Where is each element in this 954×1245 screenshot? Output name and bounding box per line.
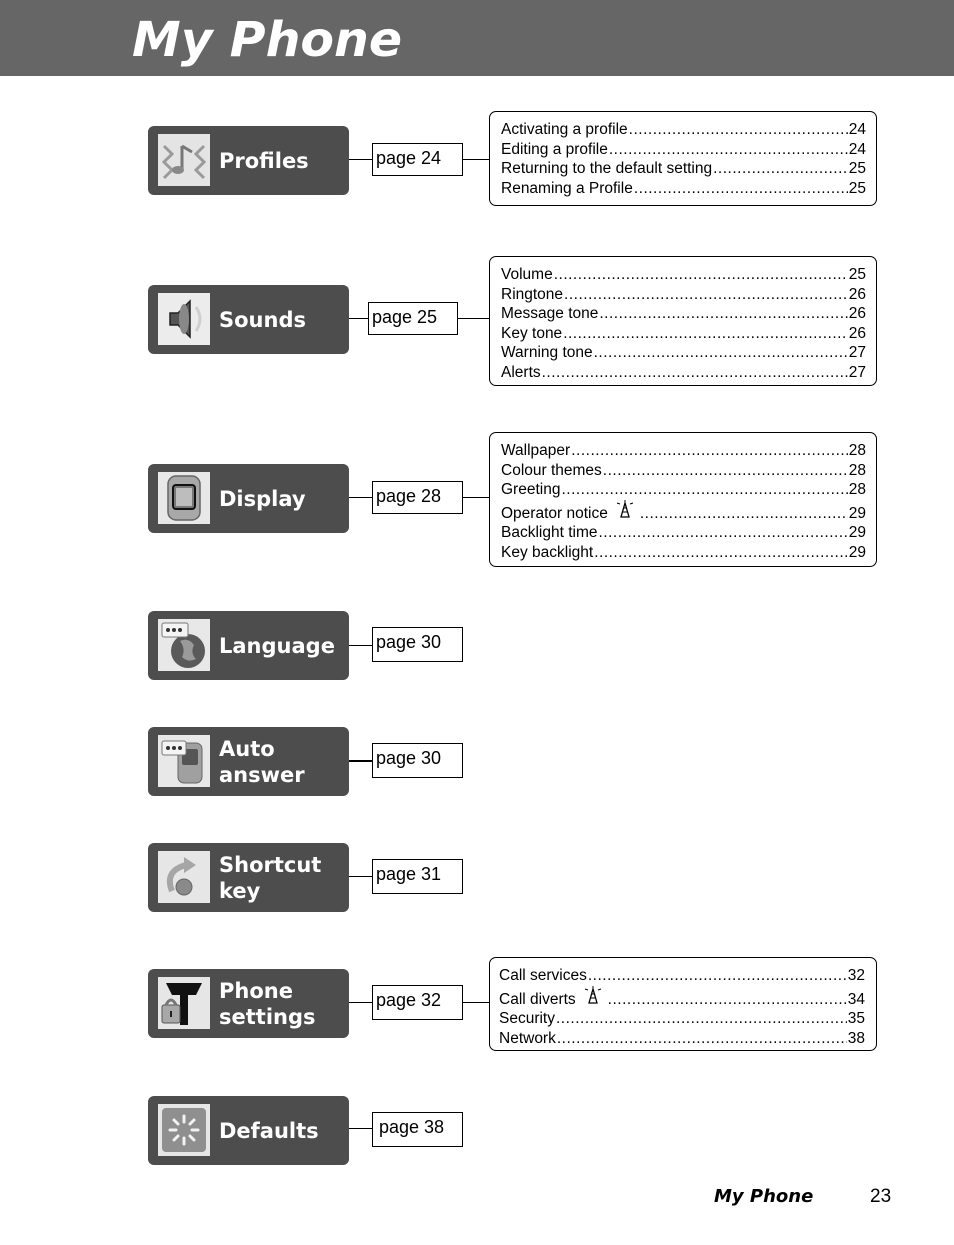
connector-line [458,318,489,319]
toc-entry[interactable]: Returning to the default setting25 [501,159,866,179]
page-ref-box[interactable]: page 30 [372,627,463,662]
toc-entry[interactable]: Message tone26 [501,304,866,324]
connector-line [349,1128,372,1129]
section-tile-profiles[interactable]: Profiles [148,126,349,195]
toc-box-phone-settings: Call services32 Call diverts 34 Security… [489,957,877,1051]
page-number: 23 [870,1186,892,1207]
toc-entry[interactable]: Call services32 [499,966,865,986]
footer-title: My Phone [714,1186,814,1207]
toc-entry[interactable]: Network38 [499,1029,865,1049]
section-tile-sounds[interactable]: Sounds [148,285,349,354]
toc-entry[interactable]: Ringtone26 [501,285,866,305]
network-service-icon [614,499,636,518]
section-label: Defaults [219,1118,319,1143]
page-ref-box[interactable]: page 38 [372,1112,463,1147]
defaults-reset-icon [158,1104,210,1156]
section-tile-display[interactable]: Display [148,464,349,533]
connector-line [463,1002,489,1003]
page-ref-box[interactable]: page 25 [368,302,458,335]
connector-line [349,497,372,498]
toc-entry[interactable]: Colour themes28 [501,461,866,481]
connector-line [349,876,372,877]
page-title: My Phone [132,12,403,68]
connector-line [463,497,489,498]
section-label: Profiles [219,148,309,173]
section-label: Shortcut key [219,852,322,903]
toc-entry[interactable]: Key tone26 [501,324,866,344]
toc-entry[interactable]: Backlight time29 [501,523,866,543]
section-label: Auto answer [219,736,305,787]
language-globe-icon [158,619,210,671]
toc-entry[interactable]: Wallpaper28 [501,441,866,461]
toc-box-profiles: Activating a profile24 Editing a profile… [489,111,877,206]
shortcut-arrow-icon [158,851,210,903]
auto-answer-icon [158,735,210,787]
toc-entry[interactable]: Warning tone27 [501,343,866,363]
section-tile-auto-answer[interactable]: Auto answer [148,727,349,796]
section-label: Language [219,633,335,658]
toc-box-display: Wallpaper28 Colour themes28 Greeting28 O… [489,432,877,567]
connector-line [349,760,372,762]
section-label: Display [219,486,306,511]
toc-entry[interactable]: Activating a profile24 [501,120,866,140]
section-tile-language[interactable]: Language [148,611,349,680]
toc-entry[interactable]: Operator notice 29 [501,499,866,524]
toc-entry[interactable]: Alerts27 [501,363,866,383]
network-service-icon [582,985,604,1004]
section-label: Phone settings [219,978,316,1029]
page-ref-box[interactable]: page 32 [372,985,463,1020]
section-tile-defaults[interactable]: Defaults [148,1096,349,1165]
speaker-icon [158,293,210,345]
toc-entry[interactable]: Call diverts 34 [499,985,865,1010]
antenna-lock-icon [158,977,210,1029]
section-tile-phone-settings[interactable]: Phone settings [148,969,349,1038]
toc-entry[interactable]: Editing a profile24 [501,140,866,160]
toc-entry[interactable]: Volume25 [501,265,866,285]
toc-box-sounds: Volume25 Ringtone26 Message tone26 Key t… [489,256,877,386]
connector-line [349,159,372,160]
section-label: Sounds [219,307,306,332]
display-icon [158,472,210,524]
toc-entry[interactable]: Greeting28 [501,480,866,500]
connector-line [349,318,368,319]
page-header: My Phone [0,0,954,76]
page-ref-box[interactable]: page 24 [372,143,463,176]
page-ref-box[interactable]: page 30 [372,743,463,778]
page-ref-box[interactable]: page 31 [372,859,463,894]
connector-line [463,159,489,160]
toc-entry[interactable]: Key backlight29 [501,543,866,563]
connector-line [349,645,372,646]
section-tile-shortcut-key[interactable]: Shortcut key [148,843,349,912]
page-ref-box[interactable]: page 28 [372,481,463,514]
toc-entry[interactable]: Security35 [499,1009,865,1029]
profiles-icon [158,134,210,186]
toc-entry[interactable]: Renaming a Profile25 [501,179,866,199]
connector-line [349,1002,372,1003]
